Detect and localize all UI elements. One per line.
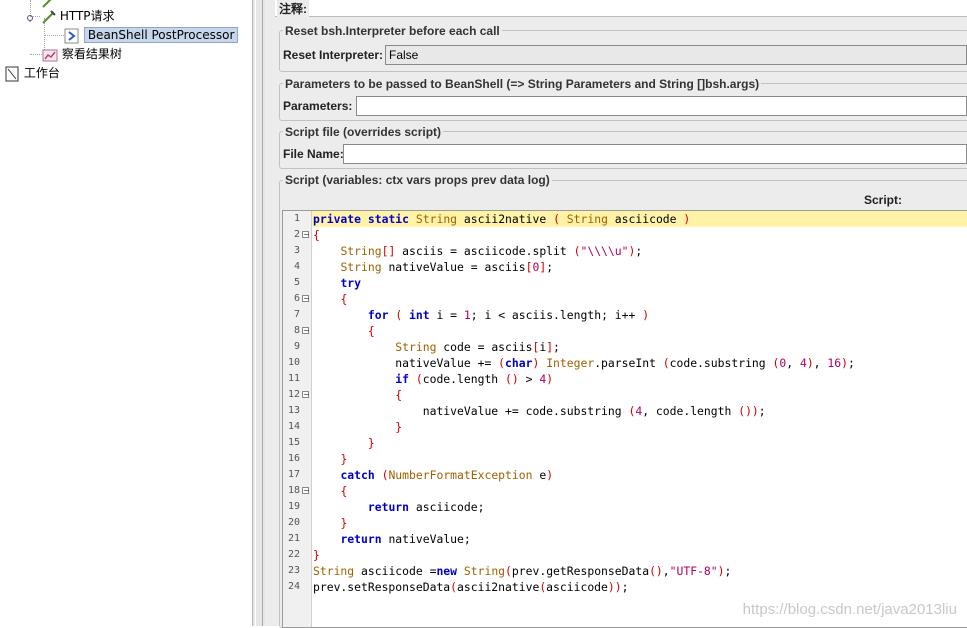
- code-line[interactable]: private static String ascii2native ( Str…: [313, 211, 690, 227]
- reset-legend: Reset bsh.Interpreter before each call: [283, 24, 502, 38]
- line-number: 7: [293, 309, 300, 320]
- params-legend: Parameters to be passed to BeanShell (=>…: [283, 77, 762, 91]
- code-line[interactable]: {: [313, 291, 347, 307]
- line-number: 17: [287, 469, 300, 480]
- code-line[interactable]: {: [313, 483, 347, 499]
- line-number: 5: [293, 277, 300, 288]
- code-line[interactable]: for ( int i = 1; i < asciis.length; i++ …: [313, 307, 649, 323]
- file-name-label: File Name:: [283, 147, 344, 161]
- code-line[interactable]: return asciicode;: [313, 499, 485, 515]
- post-processor-icon: [64, 28, 80, 44]
- tree-connector: [44, 35, 64, 36]
- fold-toggle-icon[interactable]: −: [302, 391, 310, 399]
- code-line[interactable]: String code = asciis[i];: [313, 339, 560, 355]
- line-number: 9: [293, 341, 300, 352]
- code-line[interactable]: prev.setResponseData(ascii2native(asciic…: [313, 579, 628, 595]
- code-line[interactable]: }: [313, 451, 347, 467]
- fold-toggle-icon[interactable]: −: [302, 327, 310, 335]
- line-number: 12: [287, 389, 300, 400]
- script-legend: Script (variables: ctx vars props prev d…: [283, 173, 552, 187]
- reset-interpreter-select[interactable]: False: [385, 45, 967, 65]
- comments-row: 注释:: [275, 0, 967, 17]
- code-line[interactable]: }: [313, 547, 320, 563]
- line-number: 14: [287, 421, 300, 432]
- line-number: 6: [293, 293, 300, 304]
- code-line[interactable]: {: [313, 323, 375, 339]
- fold-toggle-icon[interactable]: −: [302, 231, 310, 239]
- line-number: 1: [293, 213, 300, 224]
- pane-splitter[interactable]: [252, 0, 266, 626]
- tree-item-label: 工作台: [23, 66, 60, 80]
- line-number: 3: [293, 245, 300, 256]
- script-editor[interactable]: 1 private static String ascii2native ( St…: [282, 210, 967, 628]
- line-number: 2: [293, 229, 300, 240]
- line-number: 24: [287, 581, 300, 592]
- line-number: 11: [287, 373, 300, 384]
- tree-item-label: 察看结果树: [61, 47, 122, 61]
- tree-item-beanshell-postprocessor[interactable]: BeanShell PostProcessor: [64, 26, 239, 44]
- comments-label: 注释:: [277, 0, 309, 17]
- code-line[interactable]: if (code.length () > 4): [313, 371, 553, 387]
- tree-item-view-results-tree[interactable]: 察看结果树: [42, 45, 122, 63]
- tree-item-label: BeanShell PostProcessor: [83, 27, 239, 43]
- line-number: 22: [287, 549, 300, 560]
- splitter-grip[interactable]: [255, 0, 263, 626]
- code-line[interactable]: catch (NumberFormatException e): [313, 467, 553, 483]
- workbench-icon: [4, 66, 20, 82]
- code-line[interactable]: }: [313, 419, 402, 435]
- code-line[interactable]: }: [313, 515, 347, 531]
- line-number: 15: [287, 437, 300, 448]
- code-line[interactable]: try: [313, 275, 361, 291]
- code-line[interactable]: nativeValue += (char) Integer.parseInt (…: [313, 355, 855, 371]
- code-line[interactable]: String[] asciis = asciicode.split ("\\\\…: [313, 243, 642, 259]
- code-line[interactable]: {: [313, 227, 320, 243]
- line-number: 16: [287, 453, 300, 464]
- script-label: Script:: [864, 193, 903, 207]
- line-number: 18: [287, 485, 300, 496]
- fold-toggle-icon[interactable]: −: [302, 487, 310, 495]
- line-number: 23: [287, 565, 300, 576]
- line-number: 8: [293, 325, 300, 336]
- line-number: 10: [287, 357, 300, 368]
- reset-interpreter-label: Reset Interpreter:: [283, 48, 384, 62]
- tree-item-http-request[interactable]: HTTP请求: [40, 7, 115, 25]
- test-plan-tree: HTTP请求 BeanShell PostProcessor 察看结果树 工作台: [0, 0, 252, 626]
- fold-toggle-icon[interactable]: −: [302, 295, 310, 303]
- expand-toggle-icon[interactable]: [26, 11, 34, 22]
- code-line[interactable]: String nativeValue = asciis[0];: [313, 259, 553, 275]
- code-line[interactable]: String asciicode =new String(prev.getRes…: [313, 563, 731, 579]
- parameters-label: Parameters:: [283, 99, 353, 113]
- parameters-input[interactable]: [356, 96, 967, 116]
- code-line[interactable]: }: [313, 435, 375, 451]
- line-number: 20: [287, 517, 300, 528]
- code-line[interactable]: nativeValue += code.substring (4, code.l…: [313, 403, 766, 419]
- code-line[interactable]: return nativeValue;: [313, 531, 470, 547]
- result-tree-icon: [42, 47, 58, 63]
- tree-item-label: HTTP请求: [59, 9, 115, 23]
- line-number: 13: [287, 405, 300, 416]
- code-line[interactable]: {: [313, 387, 402, 403]
- line-number: 4: [293, 261, 300, 272]
- line-number: 21: [287, 533, 300, 544]
- tree-item-workbench[interactable]: 工作台: [4, 64, 60, 82]
- line-number: 19: [287, 501, 300, 512]
- dropper-icon: [40, 9, 56, 25]
- file-legend: Script file (overrides script): [283, 125, 444, 139]
- file-name-input[interactable]: [343, 144, 967, 164]
- tree-connector: [30, 54, 42, 55]
- watermark: https://blog.csdn.net/java2013liu: [742, 601, 957, 618]
